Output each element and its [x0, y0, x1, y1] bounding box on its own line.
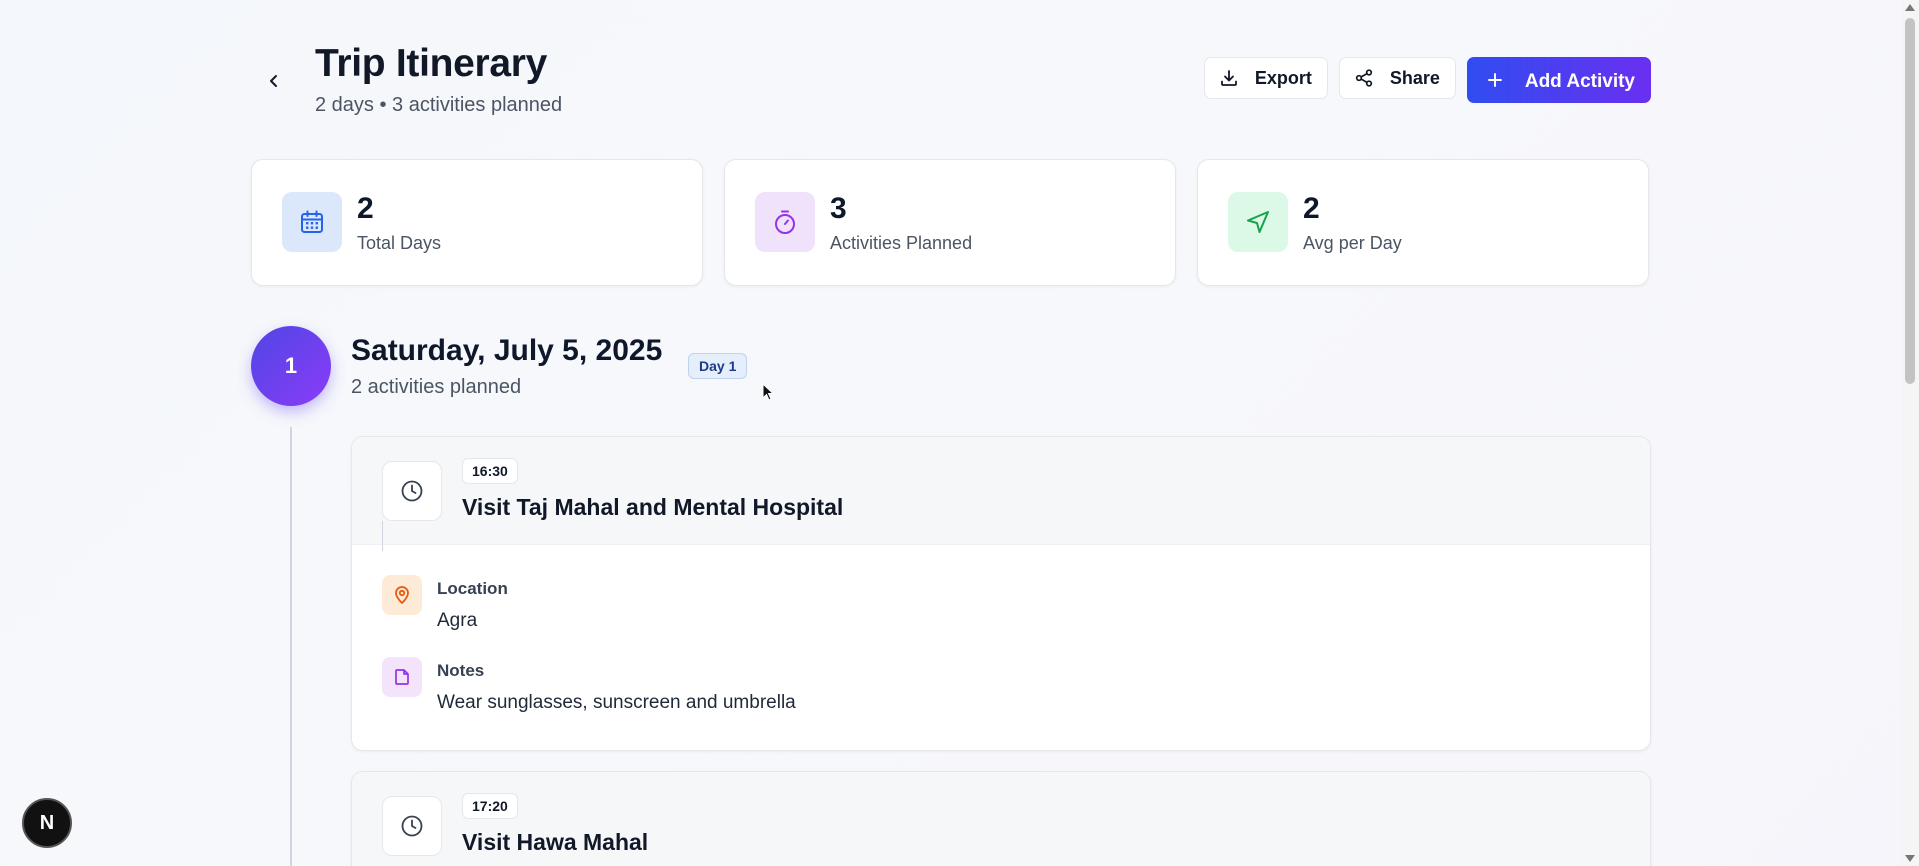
mouse-cursor-icon	[762, 383, 774, 401]
activity-details: Location Agra Notes Wear sunglasses, sun…	[352, 545, 1650, 750]
share-icon	[1355, 69, 1372, 87]
clock-icon	[382, 461, 442, 521]
nextjs-dev-indicator[interactable]: N	[22, 798, 72, 848]
stat-label: Avg per Day	[1303, 233, 1402, 253]
timeline-line	[290, 427, 292, 866]
stat-label: Total Days	[357, 233, 442, 253]
page-subtitle: 2 days • 3 activities planned	[315, 94, 563, 116]
day-subtitle: 2 activities planned	[351, 376, 522, 398]
stats-row: 2 Total Days 3 Activities Planned 2 Avg …	[251, 159, 1649, 286]
add-activity-button[interactable]: Add Activity	[1466, 57, 1651, 103]
notes-label: Notes	[437, 661, 485, 680]
day-title: Saturday, July 5, 2025	[351, 334, 663, 367]
navigation-icon	[1228, 192, 1288, 252]
location-value: Agra	[437, 610, 478, 631]
activity-title: Visit Hawa Mahal	[462, 829, 649, 855]
chevron-left-icon	[270, 75, 277, 87]
page-title: Trip Itinerary	[315, 42, 548, 85]
activity-header: 17:20 Visit Hawa Mahal	[352, 772, 1650, 866]
activity-header: 16:30 Visit Taj Mahal and Mental Hospita…	[352, 437, 1650, 551]
scrollbar-thumb[interactable]	[1905, 18, 1915, 384]
activity-time: 16:30	[462, 458, 518, 484]
header-actions: Export Share Add Activity	[1203, 57, 1651, 103]
activity-card[interactable]: 16:30 Visit Taj Mahal and Mental Hospita…	[351, 436, 1651, 751]
export-label: Export	[1254, 67, 1312, 88]
file-icon	[382, 657, 422, 697]
plus-icon	[1487, 73, 1502, 87]
stat-value: 2	[1303, 192, 1320, 225]
stat-card-total-days: 2 Total Days	[251, 159, 703, 286]
add-activity-label: Add Activity	[1524, 70, 1635, 92]
calendar-icon	[282, 192, 342, 252]
page-header: Trip Itinerary 2 days • 3 activities pla…	[251, 36, 1651, 126]
location-label: Location	[437, 579, 508, 598]
activity-title: Visit Taj Mahal and Mental Hospital	[462, 494, 844, 520]
stat-card-avg-per-day: 2 Avg per Day	[1197, 159, 1649, 286]
clock-icon	[382, 796, 442, 856]
export-button[interactable]: Export	[1203, 57, 1328, 99]
share-button[interactable]: Share	[1338, 57, 1456, 99]
activity-card[interactable]: 17:20 Visit Hawa Mahal	[351, 771, 1651, 866]
share-label: Share	[1389, 67, 1440, 88]
back-button[interactable]	[259, 66, 289, 96]
download-icon	[1220, 70, 1237, 86]
day-number-badge: 1	[251, 326, 331, 406]
stat-card-activities-planned: 3 Activities Planned	[724, 159, 1176, 286]
map-pin-icon	[382, 575, 422, 615]
vertical-scrollbar[interactable]	[1901, 0, 1919, 866]
stopwatch-icon	[755, 192, 815, 252]
stat-value: 3	[830, 192, 847, 225]
activity-time: 17:20	[462, 793, 518, 819]
notes-value: Wear sunglasses, sunscreen and umbrella	[437, 692, 796, 713]
stat-label: Activities Planned	[830, 233, 973, 253]
day-badge: Day 1	[688, 353, 748, 379]
scroll-down-arrow-icon[interactable]	[1905, 855, 1915, 862]
stat-value: 2	[357, 192, 374, 225]
scroll-up-arrow-icon[interactable]	[1905, 4, 1915, 11]
